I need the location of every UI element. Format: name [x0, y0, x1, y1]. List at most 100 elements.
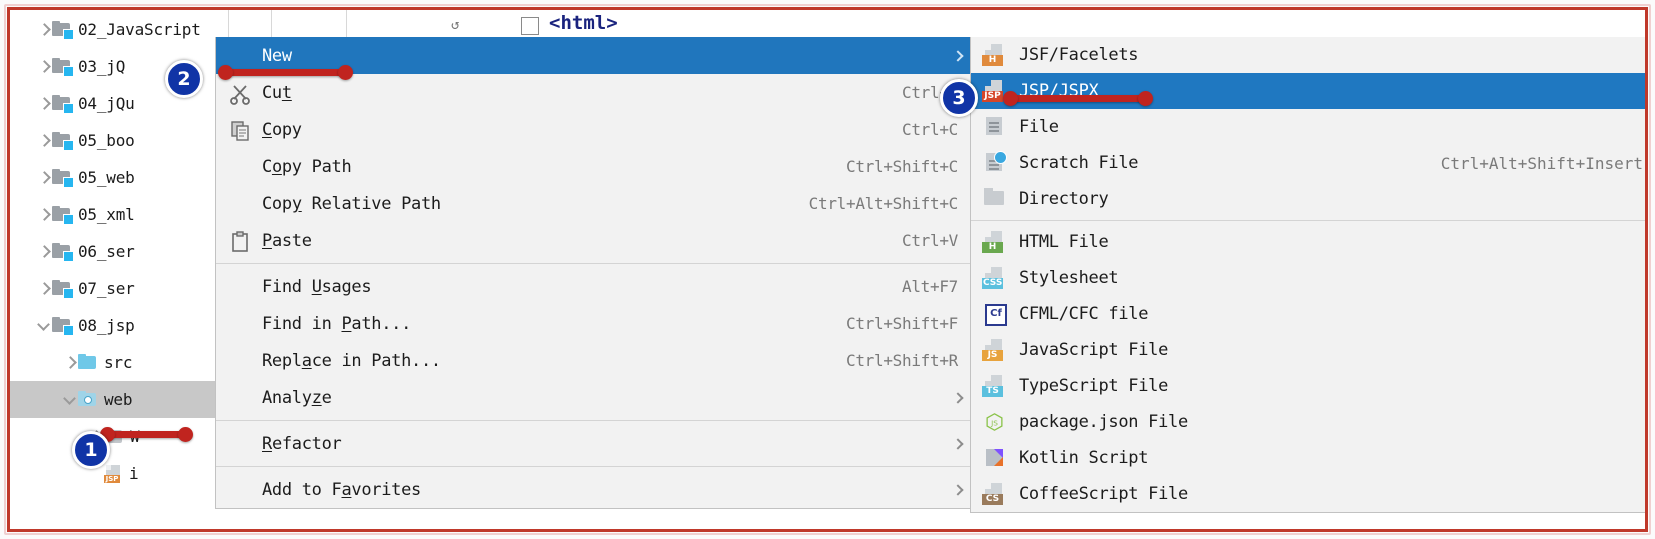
- menu-icon-placeholder: [228, 276, 254, 298]
- menu-item-analyze[interactable]: Analyze: [216, 379, 972, 416]
- menu-item-cut[interactable]: Cut Ctrl+X: [216, 74, 972, 111]
- submenu-item-label: JavaScript File: [1019, 340, 1169, 360]
- menu-item-label: Analyze: [262, 387, 332, 408]
- tree-row-label: src: [104, 353, 133, 372]
- screenshot-root: ↺ <html> 02_JavaScript 03_jQ 04_jQu 05_b…: [0, 0, 1655, 539]
- menu-item-copy[interactable]: Copy Ctrl+C: [216, 111, 972, 148]
- nodejs-icon: JS: [981, 410, 1011, 434]
- cfml-file-icon: Cf: [981, 302, 1011, 326]
- submenu-item-label: Scratch File: [1019, 153, 1139, 173]
- scratch-file-icon: [981, 151, 1011, 175]
- paste-icon: [228, 230, 254, 252]
- menu-icon-placeholder: [228, 156, 254, 178]
- chevron-right-icon[interactable]: [62, 355, 78, 371]
- menu-item-add-to-favorites[interactable]: Add to Favorites: [216, 471, 972, 508]
- chevron-right-icon[interactable]: [36, 133, 52, 149]
- callout-badge: 1: [72, 431, 110, 469]
- css-file-icon: CSS: [981, 266, 1011, 290]
- chevron-right-icon[interactable]: [36, 207, 52, 223]
- submenu-item-stylesheet[interactable]: CSS Stylesheet: [971, 260, 1645, 296]
- menu-item-label: Cut: [262, 82, 292, 103]
- menu-item-replace-in-path[interactable]: Replace in Path... Ctrl+Shift+R: [216, 342, 972, 379]
- menu-item-copy-relative-path[interactable]: Copy Relative Path Ctrl+Alt+Shift+C: [216, 185, 972, 222]
- cut-icon: [228, 82, 254, 105]
- tree-row-label: 02_JavaScript: [78, 20, 201, 39]
- refresh-icon[interactable]: ↺: [451, 17, 459, 33]
- tree-row-label: 04_jQu: [78, 94, 135, 113]
- submenu-arrow-icon: [954, 486, 962, 494]
- module-folder-icon: [52, 280, 74, 299]
- jsp-file-icon: JSP: [104, 464, 124, 483]
- tree-row-label: 05_boo: [78, 131, 135, 150]
- editor-tab-label: <html>: [549, 12, 618, 34]
- tree-row-label: 05_xml: [78, 205, 135, 224]
- menu-icon-placeholder: [228, 387, 254, 409]
- submenu-arrow-icon: [954, 394, 962, 402]
- submenu-item-label: CoffeeScript File: [1019, 484, 1188, 504]
- submenu-item-scratch-file[interactable]: Scratch File Ctrl+Alt+Shift+Insert: [971, 145, 1645, 181]
- submenu-item-shortcut: Ctrl+Alt+Shift+Insert: [1440, 153, 1643, 173]
- annotation-frame: ↺ <html> 02_JavaScript 03_jQ 04_jQu 05_b…: [7, 7, 1648, 532]
- module-folder-icon: [52, 169, 74, 188]
- js-tag: JS: [982, 350, 1003, 361]
- submenu-item-jsf-facelets[interactable]: H JSF/Facelets: [971, 37, 1645, 73]
- tree-row-label: 05_web: [78, 168, 135, 187]
- copy-icon: [228, 119, 254, 141]
- submenu-item-label: Kotlin Script: [1019, 448, 1149, 468]
- submenu-item-label: package.json File: [1019, 412, 1188, 432]
- module-folder-icon: [52, 206, 74, 225]
- chevron-right-icon[interactable]: [36, 244, 52, 260]
- chevron-right-icon[interactable]: [36, 22, 52, 38]
- chevron-right-icon[interactable]: [36, 59, 52, 75]
- menu-icon-placeholder: [228, 350, 254, 372]
- submenu-item-label: TypeScript File: [1019, 376, 1169, 396]
- jsp-tag: JSP: [982, 91, 1003, 102]
- tab-separator: [271, 10, 272, 40]
- submenu-item-javascript-file[interactable]: JS JavaScript File: [971, 332, 1645, 368]
- menu-item-label: Replace in Path...: [262, 350, 441, 371]
- typescript-file-icon: TS: [981, 374, 1011, 398]
- submenu-item-package-json-file[interactable]: JS package.json File: [971, 404, 1645, 440]
- menu-item-refactor[interactable]: Refactor: [216, 425, 972, 462]
- submenu-item-typescript-file[interactable]: TS TypeScript File: [971, 368, 1645, 404]
- submenu-item-html-file[interactable]: H HTML File: [971, 224, 1645, 260]
- chevron-down-icon[interactable]: [62, 392, 78, 408]
- menu-item-shortcut: Ctrl+Alt+Shift+C: [808, 194, 959, 213]
- menu-item-shortcut: Ctrl+Shift+F: [846, 314, 958, 333]
- context-menu[interactable]: New Cut Ctrl+X Copy Ctrl+C Copy Path Ctr…: [215, 37, 973, 509]
- directory-icon: [981, 187, 1011, 211]
- svg-text:JS: JS: [990, 418, 998, 427]
- submenu-item-cfml-cfc-file[interactable]: Cf CFML/CFC file: [971, 296, 1645, 332]
- menu-item-find-in-path[interactable]: Find in Path... Ctrl+Shift+F: [216, 305, 972, 342]
- module-folder-icon: [52, 132, 74, 151]
- menu-item-label: Copy Relative Path: [262, 193, 441, 214]
- chevron-down-icon[interactable]: [36, 318, 52, 334]
- submenu-arrow-icon: [954, 440, 962, 448]
- menu-icon-placeholder: [228, 45, 254, 67]
- menu-item-shortcut: Alt+F7: [902, 277, 958, 296]
- file-icon: [981, 115, 1011, 139]
- tree-row-label: 03_jQ: [78, 57, 126, 76]
- module-folder-icon: [52, 317, 74, 336]
- submenu-item-jsp-jspx[interactable]: JSP JSP/JSPX: [971, 73, 1645, 109]
- submenu-item-file[interactable]: File: [971, 109, 1645, 145]
- kotlin-script-icon: [981, 446, 1011, 470]
- submenu-item-label: JSF/Facelets: [1019, 45, 1139, 65]
- new-submenu[interactable]: H JSF/Facelets JSP JSP/JSPX File Scratch…: [970, 37, 1645, 513]
- jsf-file-icon: H: [981, 43, 1011, 67]
- menu-item-paste[interactable]: Paste Ctrl+V: [216, 222, 972, 259]
- chevron-right-icon[interactable]: [36, 170, 52, 186]
- source-folder-icon: [78, 354, 99, 371]
- submenu-item-directory[interactable]: Directory: [971, 181, 1645, 217]
- chevron-right-icon[interactable]: [36, 281, 52, 297]
- submenu-item-kotlin-script[interactable]: Kotlin Script: [971, 440, 1645, 476]
- submenu-separator: [971, 220, 1645, 221]
- chevron-right-icon[interactable]: [36, 96, 52, 112]
- menu-item-copy-path[interactable]: Copy Path Ctrl+Shift+C: [216, 148, 972, 185]
- submenu-item-coffeescript-file[interactable]: CS CoffeeScript File: [971, 476, 1645, 512]
- tab-checkbox[interactable]: [521, 17, 539, 35]
- menu-icon-placeholder: [228, 193, 254, 215]
- menu-item-find-usages[interactable]: Find Usages Alt+F7: [216, 268, 972, 305]
- tree-row-label: 08_jsp: [78, 316, 135, 335]
- ts-tag: TS: [982, 386, 1003, 397]
